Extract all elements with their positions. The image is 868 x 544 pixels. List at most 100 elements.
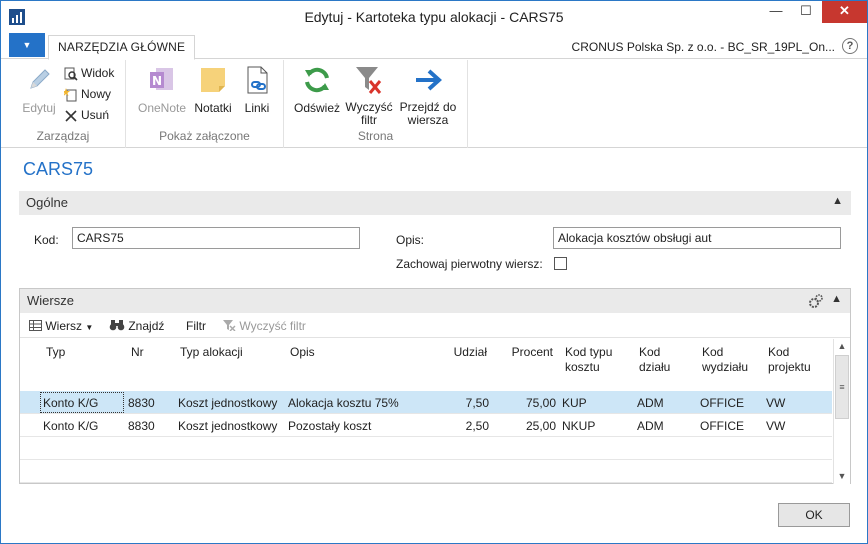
ribbon: Edytuj Widok Nowy Usuń Zarządzaj N OneNo… <box>1 60 867 148</box>
section-lines-label: Wiersze <box>27 293 74 308</box>
edit-button[interactable]: Edytuj <box>21 64 57 115</box>
clear-filter-toolbar-button[interactable]: Wyczyść filtr <box>222 319 306 333</box>
col-header-type[interactable]: Typ <box>46 345 65 360</box>
description-field[interactable] <box>553 227 841 249</box>
ribbon-group-attachments-label: Pokaż załączone <box>159 129 250 143</box>
cell-allocation-type[interactable]: Koszt jednostkowy <box>178 419 277 433</box>
col-header-division-line-1: Kod <box>702 345 724 359</box>
link-page-icon <box>247 66 268 94</box>
refresh-label: Odśwież <box>293 101 340 115</box>
row-menu-button[interactable]: Wiersz ▼ <box>29 319 93 333</box>
col-header-share[interactable]: Udział <box>440 345 487 360</box>
clear-filter-small-icon <box>223 320 236 332</box>
cell-no[interactable]: 8830 <box>128 396 155 410</box>
cell-department-code[interactable]: ADM <box>637 396 664 410</box>
onenote-button[interactable]: N OneNote <box>137 64 187 115</box>
find-label: Znajdź <box>128 319 165 333</box>
goto-line-button[interactable]: Przejdź do wiersza <box>397 64 459 127</box>
refresh-icon <box>305 67 329 93</box>
minimize-button[interactable]: — <box>761 1 791 23</box>
delete-label: Usuń <box>81 108 110 122</box>
new-button[interactable]: Nowy <box>64 85 111 105</box>
col-header-project-line-1: Kod <box>768 345 790 359</box>
col-header-percent[interactable]: Procent <box>500 345 553 360</box>
view-label: Widok <box>81 66 115 80</box>
cell-division-code[interactable]: OFFICE <box>700 419 744 433</box>
cell-percent[interactable]: 75,00 <box>500 396 556 410</box>
filter-button[interactable]: Filtr <box>186 319 206 333</box>
col-header-cost-type-line-2: kosztu <box>565 360 600 374</box>
col-header-division-code[interactable]: Kod wydziału <box>702 345 748 375</box>
cell-description[interactable]: Alokacja kosztu 75% <box>288 396 399 410</box>
view-button[interactable]: Widok <box>64 64 114 84</box>
ribbon-group-page-label: Strona <box>357 129 394 143</box>
chevron-up-icon[interactable]: ▲ <box>832 195 843 207</box>
scroll-thumb[interactable]: ≡ <box>835 355 849 419</box>
cell-department-code[interactable]: ADM <box>637 419 664 433</box>
goto-line-label-2: wiersza <box>407 113 449 127</box>
app-menu-button[interactable]: ▼ <box>9 33 45 57</box>
vertical-scrollbar[interactable]: ▲ ≡ ▼ <box>833 339 850 484</box>
new-page-icon <box>64 87 77 102</box>
svg-text:N: N <box>152 74 162 88</box>
clear-filter-toolbar-label: Wyczyść filtr <box>239 319 306 333</box>
ribbon-group-manage-label: Zarządzaj <box>36 129 90 143</box>
cell-cost-type-code[interactable]: NKUP <box>562 419 595 433</box>
clear-filter-button[interactable]: Wyczyść filtr <box>344 64 394 127</box>
col-header-project-code[interactable]: Kod projektu <box>768 345 811 375</box>
cell-project-code[interactable]: VW <box>766 396 785 410</box>
lines-subpage: Wiersze ▲ Wiersz ▼ Znajdź Filtr Wyczyść … <box>19 288 851 484</box>
keep-original-line-checkbox[interactable] <box>554 257 567 270</box>
col-header-allocation-type[interactable]: Typ alokacji <box>180 345 243 360</box>
col-header-department-line-2: działu <box>639 360 671 374</box>
close-button[interactable]: ✕ <box>822 1 867 23</box>
cell-share[interactable]: 7,50 <box>440 396 489 410</box>
links-button[interactable]: Linki <box>239 64 275 115</box>
col-header-no[interactable]: Nr <box>131 345 144 360</box>
col-header-division-line-2: wydziału <box>702 360 749 374</box>
notes-button[interactable]: Notatki <box>192 64 234 115</box>
col-header-description[interactable]: Opis <box>290 345 315 360</box>
code-field[interactable] <box>72 227 360 249</box>
maximize-button[interactable]: ☐ <box>791 1 821 23</box>
cell-division-code[interactable]: OFFICE <box>700 396 744 410</box>
settings-gears-icon[interactable] <box>808 293 824 309</box>
cell-allocation-type[interactable]: Koszt jednostkowy <box>178 396 277 410</box>
help-icon[interactable]: ? <box>842 38 858 54</box>
col-header-cost-type-code[interactable]: Kod typu kosztu <box>565 345 612 375</box>
lines-grid: Typ Nr Typ alokacji Opis Udział Procent … <box>20 339 832 483</box>
clear-filter-label-2: filtr <box>361 113 377 127</box>
find-button[interactable]: Znajdź <box>109 319 164 333</box>
refresh-button[interactable]: Odśwież <box>292 64 342 115</box>
cell-no[interactable]: 8830 <box>128 419 155 433</box>
cell-type[interactable]: Konto K/G <box>43 396 98 410</box>
table-row[interactable]: Konto K/G 8830 Koszt jednostkowy Pozosta… <box>20 414 832 437</box>
chevron-up-icon[interactable]: ▲ <box>831 293 842 305</box>
cell-percent[interactable]: 25,00 <box>500 419 556 433</box>
cell-cost-type-code[interactable]: KUP <box>562 396 587 410</box>
links-label: Linki <box>244 101 270 115</box>
table-row-empty[interactable] <box>20 437 832 460</box>
scroll-up-icon[interactable]: ▲ <box>834 339 850 354</box>
scroll-down-icon[interactable]: ▼ <box>834 469 850 484</box>
cell-type[interactable]: Konto K/G <box>43 419 98 433</box>
cell-description[interactable]: Pozostały koszt <box>288 419 371 433</box>
tab-home[interactable]: NARZĘDZIA GŁÓWNE <box>48 35 196 60</box>
col-header-department-code[interactable]: Kod działu <box>639 345 670 375</box>
cell-project-code[interactable]: VW <box>766 419 785 433</box>
table-row[interactable]: Konto K/G 8830 Koszt jednostkowy Alokacj… <box>20 391 832 414</box>
section-lines-header[interactable]: Wiersze ▲ <box>20 289 850 313</box>
delete-x-icon <box>65 110 77 122</box>
company-name: CRONUS Polska Sp. z o.o. - BC_SR_19PL_On… <box>571 40 835 54</box>
notes-label: Notatki <box>194 101 232 115</box>
delete-button[interactable]: Usuń <box>64 106 109 126</box>
ribbon-group-manage: Edytuj Widok Nowy Usuń Zarządzaj <box>1 60 126 148</box>
ok-button[interactable]: OK <box>778 503 850 527</box>
cell-share[interactable]: 2,50 <box>440 419 489 433</box>
magnifier-page-icon <box>64 67 78 81</box>
new-label: Nowy <box>81 87 112 101</box>
table-row-empty[interactable] <box>20 460 832 483</box>
col-header-project-line-2: projektu <box>768 360 811 374</box>
section-general-header[interactable]: Ogólne ▲ <box>19 191 851 215</box>
description-label: Opis: <box>396 233 425 247</box>
